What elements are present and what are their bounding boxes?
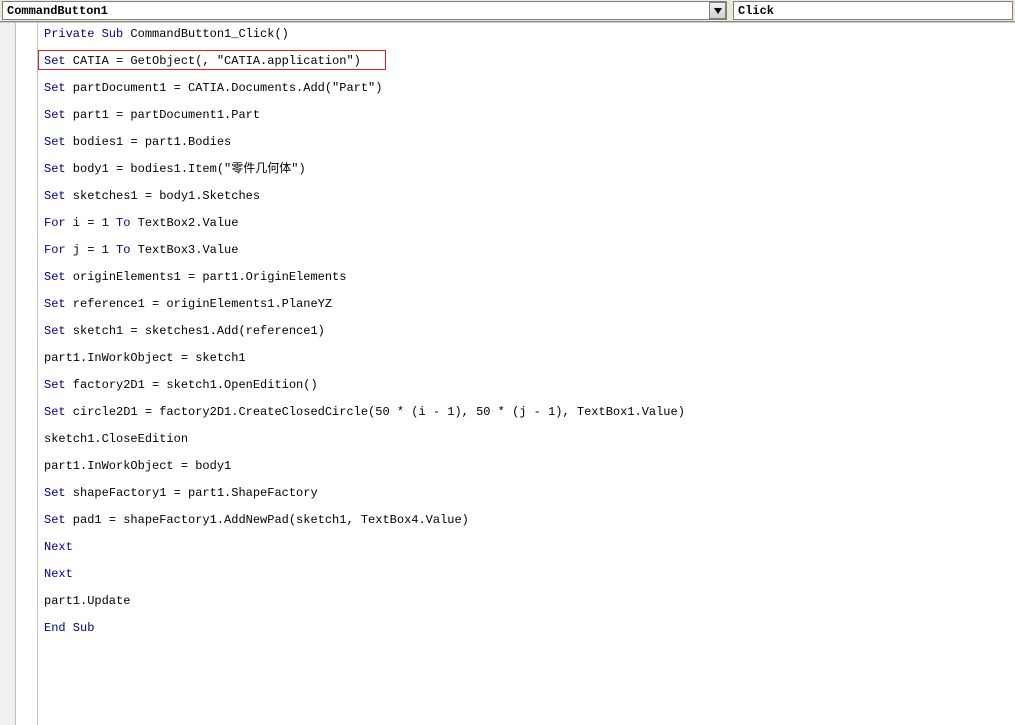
code-line[interactable]: part1.Update [44,594,1013,608]
keyword-token: End Sub [44,621,94,635]
procedure-selector-value: Click [734,4,1012,18]
keyword-token: Set [44,135,66,149]
text-token: body1 = bodies1.Item("零件几何体") [66,162,306,176]
keyword-token: To [116,216,130,230]
text-token: sketches1 = body1.Sketches [66,189,260,203]
keyword-token: Set [44,297,66,311]
code-line[interactable]: Next [44,567,1013,581]
keyword-token: Next [44,540,73,554]
keyword-token: Set [44,324,66,338]
keyword-token: Set [44,81,66,95]
code-line[interactable]: End Sub [44,621,1013,635]
code-line[interactable]: Set factory2D1 = sketch1.OpenEdition() [44,378,1013,392]
keyword-token: Private Sub [44,27,123,41]
object-selector-dropdown-button[interactable] [709,2,726,19]
text-token: CATIA = GetObject(, "CATIA.application") [66,54,361,68]
keyword-token: Set [44,270,66,284]
text-token: part1.InWorkObject = sketch1 [44,351,246,365]
object-selector-combo[interactable]: CommandButton1 [2,1,727,20]
code-line[interactable]: Set sketches1 = body1.Sketches [44,189,1013,203]
text-token: part1.Update [44,594,130,608]
keyword-token: Set [44,405,66,419]
code-line[interactable]: For i = 1 To TextBox2.Value [44,216,1013,230]
code-line[interactable]: Set originElements1 = part1.OriginElemen… [44,270,1013,284]
procedure-selector-combo[interactable]: Click [733,1,1013,20]
code-line[interactable]: sketch1.CloseEdition [44,432,1013,446]
text-token: TextBox3.Value [130,243,238,257]
keyword-token: Set [44,189,66,203]
code-line[interactable]: part1.InWorkObject = body1 [44,459,1013,473]
code-line[interactable]: For j = 1 To TextBox3.Value [44,243,1013,257]
object-selector-value: CommandButton1 [3,4,709,18]
text-token: i = 1 [66,216,116,230]
text-token: j = 1 [66,243,116,257]
keyword-token: Next [44,567,73,581]
breakpoint-margin[interactable] [0,23,16,725]
text-token: part1.InWorkObject = body1 [44,459,231,473]
keyword-token: To [116,243,130,257]
toolbar: CommandButton1 Click [0,0,1015,22]
indicator-margin [16,23,38,725]
text-token: reference1 = originElements1.PlaneYZ [66,297,332,311]
text-token: partDocument1 = CATIA.Documents.Add("Par… [66,81,383,95]
keyword-token: Set [44,108,66,122]
keyword-token: For [44,243,66,257]
text-token: part1 = partDocument1.Part [66,108,260,122]
code-line[interactable]: Set sketch1 = sketches1.Add(reference1) [44,324,1013,338]
code-line[interactable]: Set shapeFactory1 = part1.ShapeFactory [44,486,1013,500]
code-line[interactable]: Set reference1 = originElements1.PlaneYZ [44,297,1013,311]
code-line[interactable]: Set part1 = partDocument1.Part [44,108,1013,122]
keyword-token: For [44,216,66,230]
code-line[interactable]: Next [44,540,1013,554]
text-token: circle2D1 = factory2D1.CreateClosedCircl… [66,405,685,419]
text-token: shapeFactory1 = part1.ShapeFactory [66,486,318,500]
code-line[interactable]: Set partDocument1 = CATIA.Documents.Add(… [44,81,1013,95]
keyword-token: Set [44,378,66,392]
editor-area: Private Sub CommandButton1_Click() Set CA… [0,22,1015,725]
text-token: TextBox2.Value [130,216,238,230]
code-line[interactable]: Set circle2D1 = factory2D1.CreateClosedC… [44,405,1013,419]
text-token: originElements1 = part1.OriginElements [66,270,347,284]
text-token: sketch1.CloseEdition [44,432,188,446]
code-line[interactable]: Set CATIA = GetObject(, "CATIA.applicati… [44,54,1013,68]
code-line[interactable]: Private Sub CommandButton1_Click() [44,27,1013,41]
keyword-token: Set [44,513,66,527]
text-token: factory2D1 = sketch1.OpenEdition() [66,378,318,392]
text-token: pad1 = shapeFactory1.AddNewPad(sketch1, … [66,513,469,527]
text-token: CommandButton1_Click() [123,27,289,41]
chevron-down-icon [714,8,722,14]
text-token: sketch1 = sketches1.Add(reference1) [66,324,325,338]
code-pane[interactable]: Private Sub CommandButton1_Click() Set CA… [38,23,1015,725]
code-line[interactable]: Set bodies1 = part1.Bodies [44,135,1013,149]
code-line[interactable]: Set body1 = bodies1.Item("零件几何体") [44,162,1013,176]
keyword-token: Set [44,162,66,176]
code-line[interactable]: part1.InWorkObject = sketch1 [44,351,1013,365]
keyword-token: Set [44,486,66,500]
keyword-token: Set [44,54,66,68]
text-token: bodies1 = part1.Bodies [66,135,232,149]
code-line[interactable]: Set pad1 = shapeFactory1.AddNewPad(sketc… [44,513,1013,527]
